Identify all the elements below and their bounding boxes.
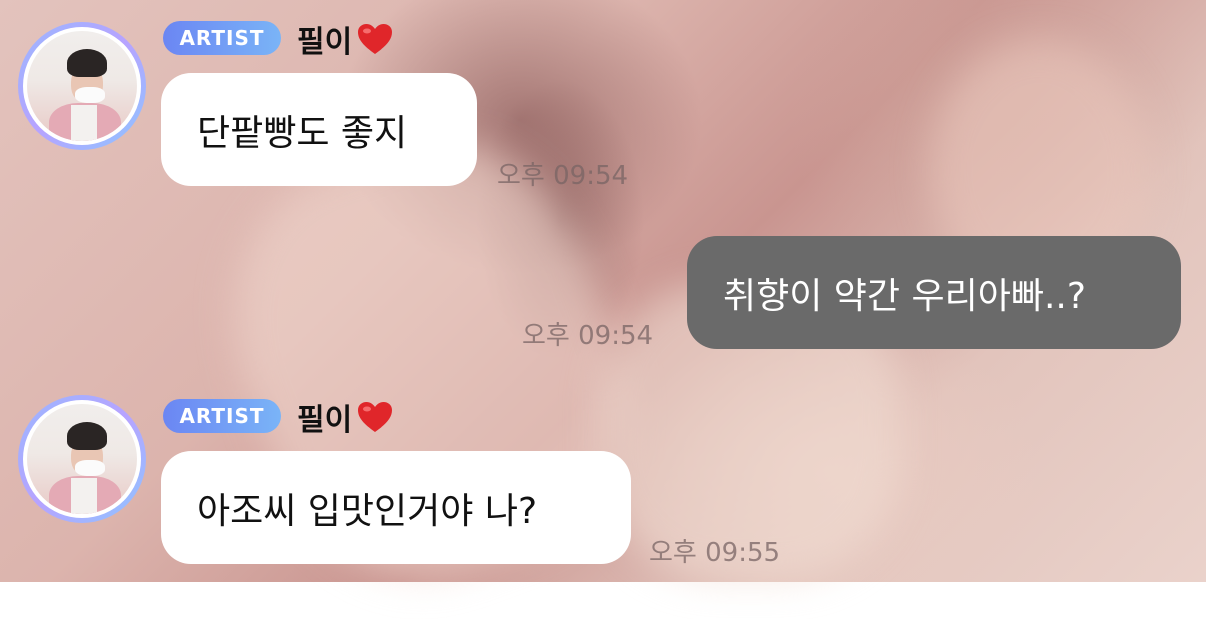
sender-name-text: 필이 (297, 403, 353, 438)
heart-icon (358, 24, 393, 54)
message-bubble[interactable]: 단팥빵도 좋지 (161, 73, 477, 186)
avatar-mask (75, 460, 105, 476)
avatar-mask (75, 87, 105, 103)
avatar-photo (27, 31, 137, 141)
heart-icon (358, 402, 393, 432)
avatar-hair (67, 49, 107, 77)
message-text: 취향이 약간 우리아빠..? (723, 275, 1086, 317)
avatar-frame (23, 27, 141, 145)
avatar-tshirt (71, 478, 97, 514)
avatar-tshirt (71, 105, 97, 141)
message-time: 오후 09:55 (649, 538, 781, 568)
sender-name-text: 필이 (297, 25, 353, 60)
artist-avatar[interactable] (18, 395, 146, 523)
avatar-frame (23, 400, 141, 518)
message-bubble-outgoing[interactable]: 취향이 약간 우리아빠..? (687, 236, 1181, 349)
artist-badge: ARTIST (163, 399, 281, 433)
sender-name[interactable]: 필이 (297, 396, 394, 438)
artist-badge: ARTIST (163, 21, 281, 55)
artist-avatar[interactable] (18, 22, 146, 150)
message-text: 아조씨 입맛인거야 나? (197, 490, 538, 532)
message-time: 오후 09:54 (497, 161, 629, 191)
avatar-photo (27, 404, 137, 514)
message-bubble[interactable]: 아조씨 입맛인거야 나? (161, 451, 631, 564)
message-text: 단팥빵도 좋지 (197, 112, 408, 154)
sender-name[interactable]: 필이 (297, 18, 394, 60)
avatar-hair (67, 422, 107, 450)
message-time: 오후 09:54 (522, 321, 654, 351)
